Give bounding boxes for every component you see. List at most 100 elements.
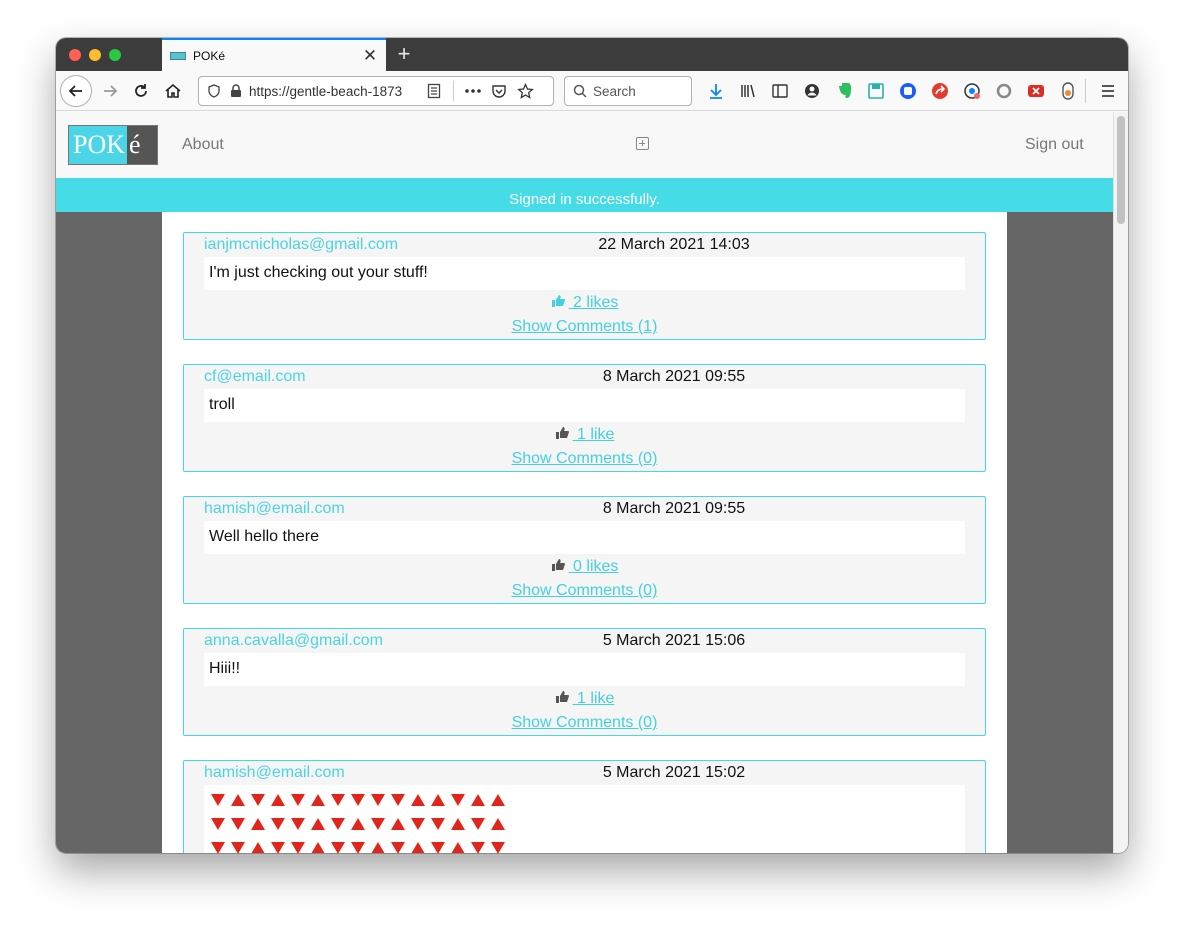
red-triangle-down-icon <box>431 842 445 853</box>
thumbs-up-icon[interactable] <box>551 558 565 574</box>
new-tab-button[interactable]: + <box>394 41 414 67</box>
post-date: 8 March 2021 09:55 <box>602 368 746 385</box>
show-comments-link[interactable]: Show Comments (0) <box>512 714 658 731</box>
red-triangle-up-icon <box>451 842 465 853</box>
logo-main-text: POK <box>69 126 128 164</box>
show-comments-link[interactable]: Show Comments (1) <box>512 318 658 335</box>
account-icon[interactable] <box>803 82 821 100</box>
show-comments-link[interactable]: Show Comments (0) <box>512 582 658 599</box>
reader-view-icon[interactable] <box>427 83 441 99</box>
bitwarden-icon[interactable] <box>899 82 917 100</box>
site-logo[interactable]: POK é <box>68 125 158 165</box>
red-triangle-down-icon <box>251 794 265 806</box>
reload-button[interactable] <box>129 79 153 103</box>
minimize-window-button[interactable] <box>89 49 101 61</box>
flash-notice: Signed in successfully. <box>56 178 1113 212</box>
lock-icon[interactable] <box>229 84 243 98</box>
post-body: I'm just checking out your stuff! <box>204 257 965 290</box>
close-window-button[interactable] <box>69 49 81 61</box>
page-scrollbar[interactable] <box>1113 112 1128 853</box>
red-triangle-up-icon <box>471 794 485 806</box>
shield-icon[interactable] <box>207 84 221 98</box>
back-button[interactable] <box>60 75 92 107</box>
arrow-right-icon <box>104 85 118 97</box>
like-count-link[interactable]: 1 like <box>573 690 614 707</box>
like-row: 2 likes <box>184 294 985 312</box>
red-triangle-up-icon <box>311 842 325 853</box>
share-icon[interactable] <box>931 82 949 100</box>
downloads-icon[interactable] <box>707 82 725 100</box>
like-row: 1 like <box>184 690 985 708</box>
pocket-icon[interactable] <box>491 83 507 99</box>
thumbs-up-icon[interactable] <box>555 690 569 706</box>
sidebar-icon[interactable] <box>771 82 789 100</box>
privacy-badge-icon[interactable] <box>963 82 981 100</box>
menu-icon[interactable] <box>1099 82 1117 100</box>
red-triangle-up-icon <box>231 794 245 806</box>
like-count-link[interactable]: 0 likes <box>569 558 618 575</box>
comments-row: Show Comments (1) <box>184 318 985 336</box>
scrollbar-thumb[interactable] <box>1117 116 1125 224</box>
sync-icon[interactable] <box>995 82 1013 100</box>
like-count-link[interactable]: 1 like <box>573 426 614 443</box>
new-post-icon[interactable] <box>636 137 649 150</box>
url-text[interactable]: https://gentle-beach-1873 <box>249 84 421 99</box>
more-actions-icon[interactable] <box>464 88 482 94</box>
comments-row: Show Comments (0) <box>184 582 985 600</box>
post-body: troll <box>204 389 965 422</box>
about-link[interactable]: About <box>182 136 224 154</box>
like-button[interactable]: 2 likes <box>551 294 619 311</box>
post-card: hamish@email.com 8 March 2021 09:55 Well… <box>183 496 986 604</box>
red-triangle-down-icon <box>211 818 225 830</box>
red-triangle-up-icon <box>251 818 265 830</box>
red-triangle-down-icon <box>391 842 405 853</box>
evernote-icon[interactable] <box>835 82 853 100</box>
red-triangle-down-icon <box>471 842 485 853</box>
post-card: anna.cavalla@gmail.com 5 March 2021 15:0… <box>183 628 986 736</box>
post-card: cf@email.com 8 March 2021 09:55 troll 1 … <box>183 364 986 472</box>
red-triangle-down-icon <box>331 842 345 853</box>
post-date: 22 March 2021 14:03 <box>598 236 750 253</box>
red-triangle-down-icon <box>211 842 225 853</box>
home-button[interactable] <box>161 79 185 103</box>
red-triangle-up-icon <box>491 794 505 806</box>
thumbs-up-icon[interactable] <box>555 426 569 442</box>
like-row: 1 like <box>184 426 985 444</box>
container-icon[interactable] <box>1059 82 1077 100</box>
bookmark-star-icon[interactable] <box>517 82 534 100</box>
red-triangle-down-icon <box>331 794 345 806</box>
red-triangle-up-icon <box>311 818 325 830</box>
post-body-emoji <box>204 785 965 853</box>
url-bar[interactable]: https://gentle-beach-1873 <box>198 76 554 106</box>
post-body: Hiii!! <box>204 653 965 686</box>
red-triangle-down-icon <box>351 794 365 806</box>
red-triangle-down-icon <box>351 842 365 853</box>
tab-close-icon[interactable]: ✕ <box>360 46 380 66</box>
show-comments-link[interactable]: Show Comments (0) <box>512 450 658 467</box>
post-author: anna.cavalla@gmail.com <box>204 632 383 649</box>
red-triangle-up-icon <box>271 794 285 806</box>
tab-poke[interactable]: POKé ✕ <box>162 38 386 71</box>
tab-strip: POKé ✕ + <box>56 38 1128 71</box>
like-count: 2 likes <box>568 294 619 311</box>
sign-out-link[interactable]: Sign out <box>1025 136 1084 154</box>
site-navbar: POK é About Sign out <box>56 112 1113 178</box>
post-author: hamish@email.com <box>204 764 345 781</box>
red-triangle-up-icon <box>391 818 405 830</box>
red-triangle-up-icon <box>311 794 325 806</box>
library-icon[interactable] <box>739 82 757 100</box>
red-triangle-down-icon <box>271 818 285 830</box>
zoom-window-button[interactable] <box>109 49 121 61</box>
emoji-row <box>210 817 959 841</box>
red-triangle-up-icon <box>431 794 445 806</box>
blocker-icon[interactable] <box>1027 82 1045 100</box>
emoji-row <box>210 793 959 817</box>
red-triangle-down-icon <box>391 794 405 806</box>
logo-end-text: é <box>129 130 141 159</box>
red-triangle-down-icon <box>231 818 245 830</box>
red-triangle-down-icon <box>291 794 305 806</box>
search-box[interactable] <box>564 76 692 106</box>
search-input[interactable] <box>593 83 683 99</box>
forward-button[interactable] <box>98 79 122 103</box>
save-page-icon[interactable] <box>867 82 885 100</box>
